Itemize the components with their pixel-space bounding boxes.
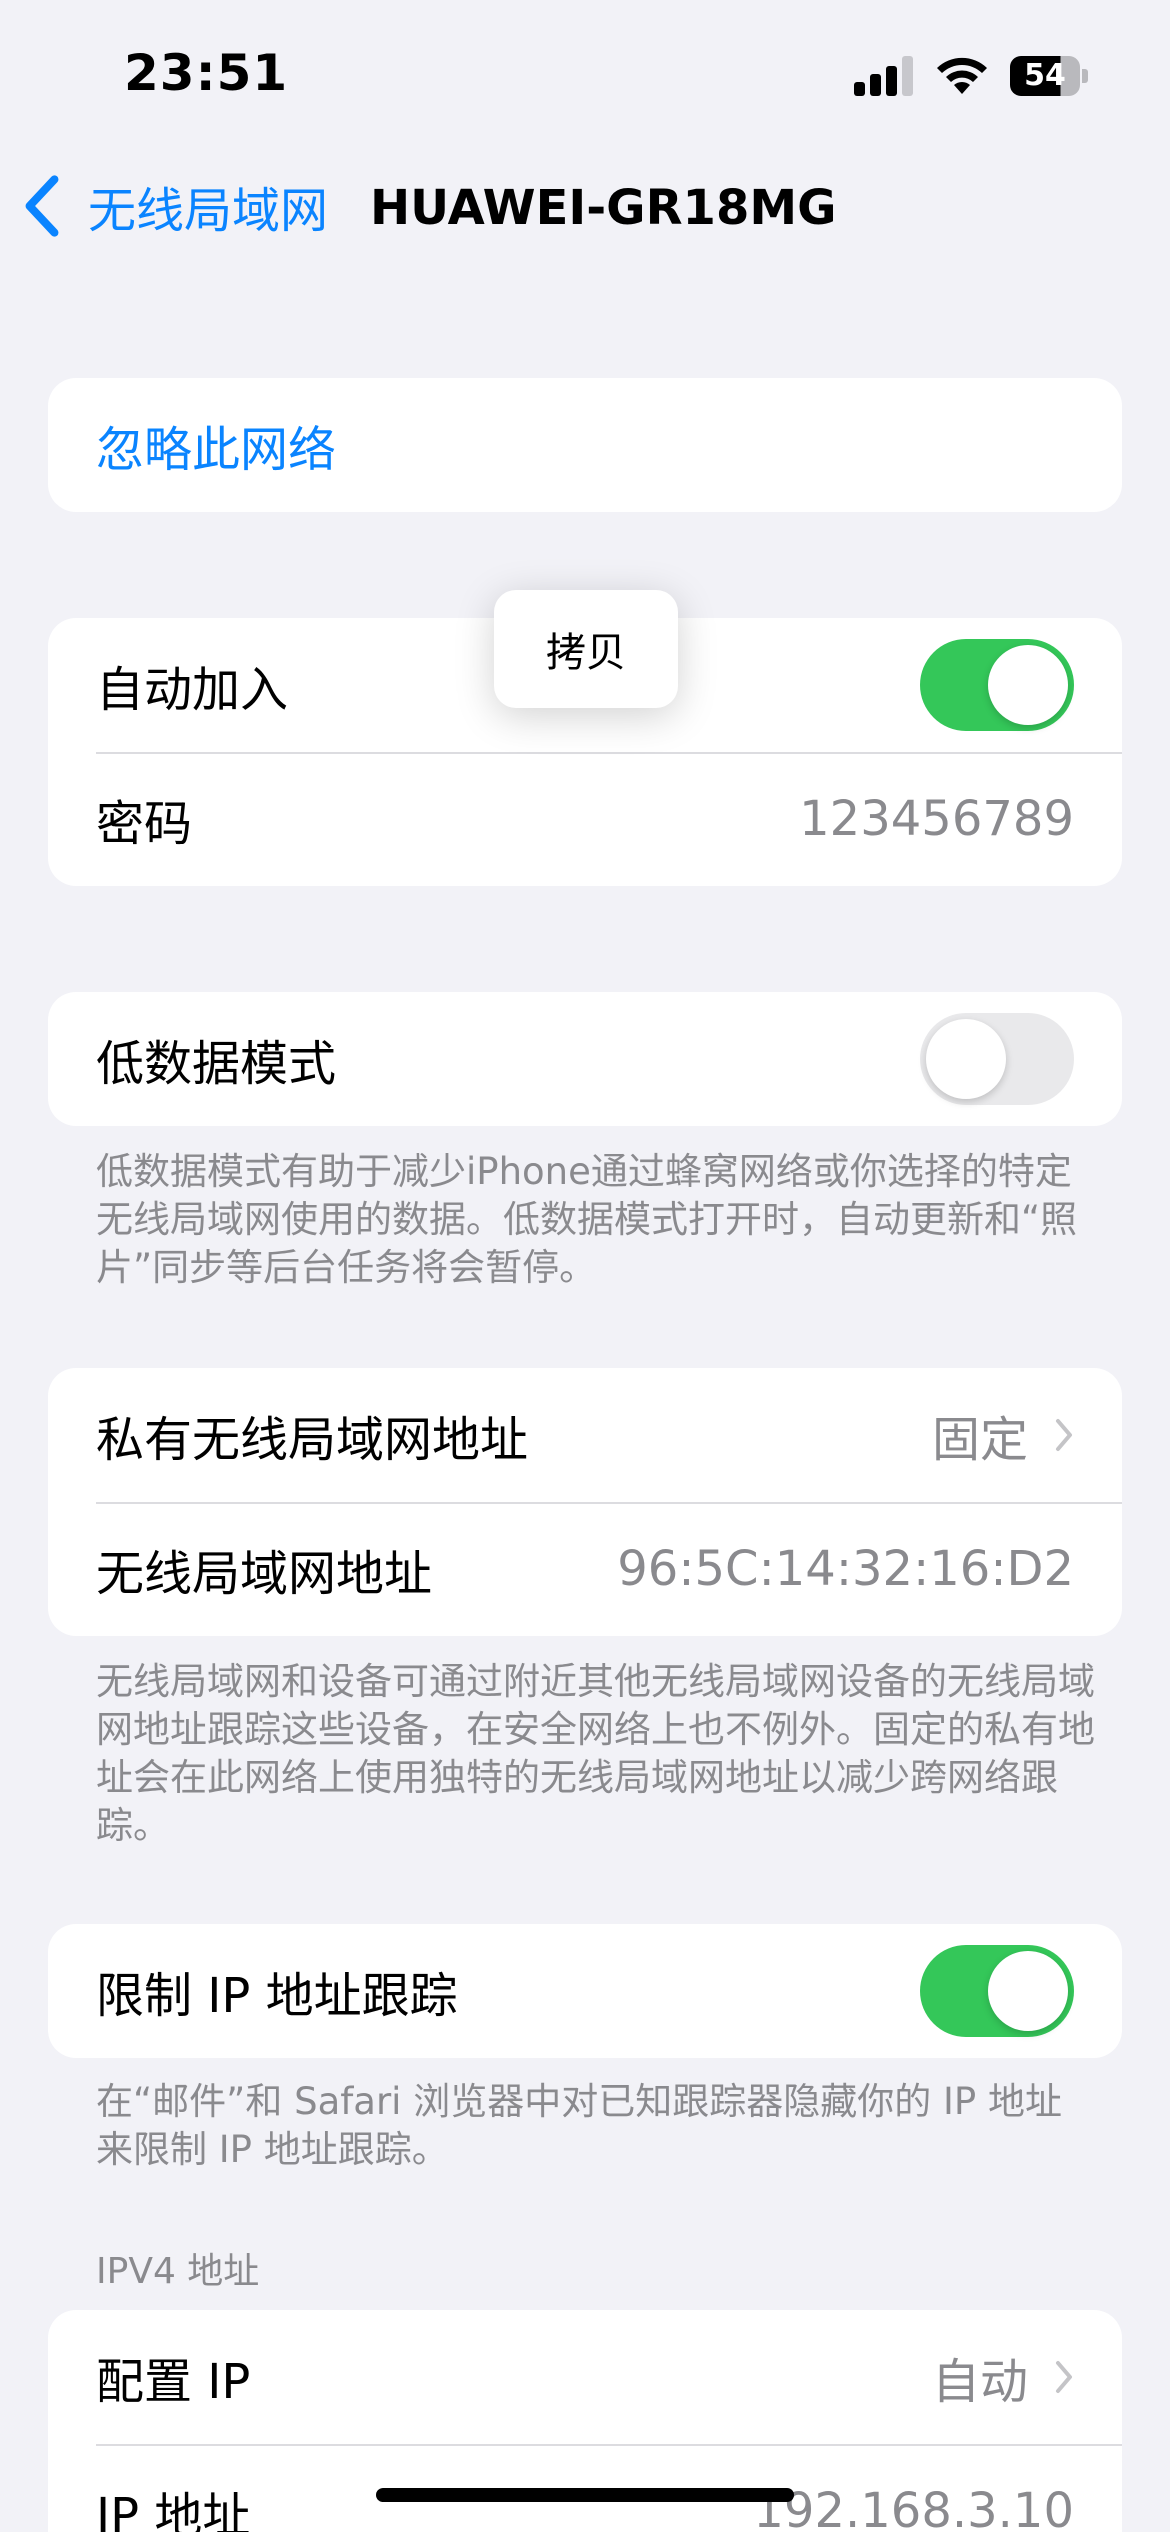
wifi-network-detail-screen: 23:51 54 无线局域网 HUAWEI-GR18MG 忽略此网络 自动加入 … xyxy=(0,0,1170,2532)
wifi-icon xyxy=(934,52,990,96)
forget-network-label: 忽略此网络 xyxy=(96,422,337,478)
low-data-toggle[interactable] xyxy=(920,1013,1074,1105)
copy-button[interactable]: 拷贝 xyxy=(494,590,678,708)
ip-address-value: 192.168.3.10 xyxy=(753,2483,1074,2532)
password-value[interactable]: 123456789 xyxy=(799,791,1074,847)
wlan-address-value: 96:5C:14:32:16:D2 xyxy=(617,1541,1074,1597)
back-button[interactable]: 无线局域网 xyxy=(20,166,328,246)
chevron-left-icon xyxy=(25,175,59,237)
password-row[interactable]: 密码 123456789 xyxy=(48,752,1122,886)
battery-icon: 54 xyxy=(1010,56,1088,96)
battery-level: 54 xyxy=(1010,56,1080,96)
forget-network-button[interactable]: 忽略此网络 xyxy=(48,378,1122,512)
low-data-card: 低数据模式 xyxy=(48,992,1122,1126)
configure-ip-label: 配置 IP xyxy=(96,2354,251,2410)
ipv4-section-header: IPV4 地址 xyxy=(96,2251,260,2292)
address-footnote: 无线局域网和设备可通过附近其他无线局域网设备的无线局域网地址跟踪这些设备，在安全… xyxy=(96,1660,1095,1847)
low-data-row: 低数据模式 xyxy=(48,992,1122,1126)
status-bar: 23:51 54 xyxy=(0,0,1170,140)
private-address-value: 固定 xyxy=(931,1412,1028,1468)
limit-ip-card: 限制 IP 地址跟踪 xyxy=(48,1924,1122,2058)
address-card: 私有无线局域网地址 固定 无线局域网地址 96:5C:14:32:16:D2 xyxy=(48,1368,1122,1636)
private-address-label: 私有无线局域网地址 xyxy=(96,1412,529,1468)
forget-network-card: 忽略此网络 xyxy=(48,378,1122,512)
auto-join-label: 自动加入 xyxy=(96,662,289,718)
configure-ip-row[interactable]: 配置 IP 自动 xyxy=(48,2310,1122,2444)
status-time: 23:51 xyxy=(124,44,289,102)
configure-ip-value: 自动 xyxy=(931,2354,1028,2410)
navigation-bar: 无线局域网 HUAWEI-GR18MG xyxy=(0,160,1170,250)
low-data-footnote: 低数据模式有助于减少iPhone通过蜂窝网络或你选择的特定无线局域网使用的数据。… xyxy=(96,1150,1078,1289)
chevron-right-icon xyxy=(1056,2361,1072,2393)
page-title: HUAWEI-GR18MG xyxy=(370,180,837,236)
private-address-row[interactable]: 私有无线局域网地址 固定 xyxy=(48,1368,1122,1502)
chevron-right-icon xyxy=(1056,1419,1072,1451)
low-data-label: 低数据模式 xyxy=(96,1036,337,1092)
ip-address-label: IP 地址 xyxy=(96,2488,251,2532)
limit-ip-toggle[interactable] xyxy=(920,1945,1074,2037)
home-indicator[interactable] xyxy=(376,2488,794,2502)
limit-ip-footnote: 在“邮件”和 Safari 浏览器中对已知跟踪器隐藏你的 IP 地址来限制 IP… xyxy=(96,2080,1062,2171)
limit-ip-label: 限制 IP 地址跟踪 xyxy=(96,1968,458,2024)
limit-ip-row: 限制 IP 地址跟踪 xyxy=(48,1924,1122,2058)
auto-join-toggle[interactable] xyxy=(920,639,1074,731)
back-button-label: 无线局域网 xyxy=(88,183,329,239)
wlan-address-row: 无线局域网地址 96:5C:14:32:16:D2 xyxy=(48,1502,1122,1636)
password-label: 密码 xyxy=(96,796,193,852)
wlan-address-label: 无线局域网地址 xyxy=(96,1546,433,1602)
cellular-signal-icon xyxy=(854,56,914,96)
